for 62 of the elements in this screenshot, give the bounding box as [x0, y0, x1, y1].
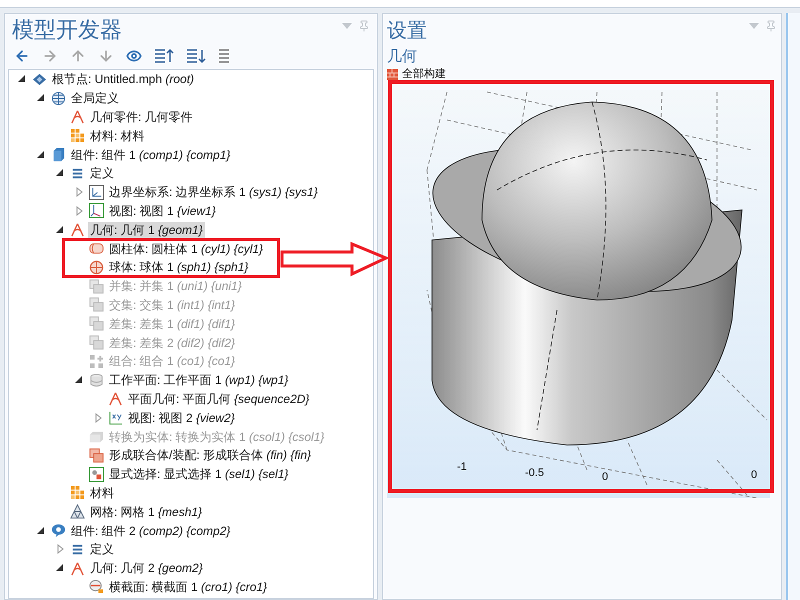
diamond-icon: [32, 72, 47, 87]
sort-list-icon[interactable]: [186, 48, 206, 64]
axes-icon: [89, 203, 104, 218]
section-title: 几何: [387, 48, 418, 66]
cube-icon: [51, 147, 66, 162]
tree-item[interactable]: 横截面: 横截面 1 (cro1) {cro1}: [107, 578, 270, 595]
combine-icon: [89, 354, 104, 369]
tree-item[interactable]: 工作平面: 工作平面 1 (wp1) {wp1}: [107, 372, 290, 388]
axes-icon: [89, 184, 104, 200]
selection-icon: [89, 466, 104, 482]
tree-item[interactable]: 边界坐标系: 边界坐标系 1 (sys1) {sys1}: [107, 184, 320, 200]
overlapping-squares-icon: [89, 335, 104, 350]
overlapping-squares-icon: [89, 278, 104, 294]
grid-icon: [70, 485, 85, 500]
mesh-icon: [70, 504, 85, 520]
panel-title: 设置: [387, 19, 427, 44]
compass-icon: [70, 560, 85, 576]
panel-title: 模型开发器: [12, 16, 122, 44]
tree-item[interactable]: 形成联合体/装配: 形成联合体 (fin) {fin}: [107, 447, 314, 464]
blob-icon: [51, 523, 66, 538]
sort-list-icon[interactable]: [154, 48, 174, 64]
eye-icon[interactable]: [126, 48, 142, 64]
tree-item[interactable]: 根节点: Untitled.mph (root): [50, 71, 196, 88]
overlapping-squares-icon: [89, 448, 104, 463]
tree-item[interactable]: 组件: 组件 2 (comp2) {comp2}: [69, 522, 232, 539]
brick-icon: [387, 68, 398, 80]
block-icon: [89, 429, 104, 444]
tick-label: 0: [602, 471, 608, 483]
tree-item[interactable]: 球体: 球体 1 (sph1) {sph1}: [107, 259, 250, 276]
overlapping-squares-icon: [89, 316, 104, 332]
build-all-button[interactable]: 全部构建: [387, 66, 446, 82]
tree-item[interactable]: 几何: 几何 1 {geom1}: [88, 222, 205, 238]
tree-item[interactable]: 材料: [88, 484, 116, 501]
tree-item[interactable]: 显式选择: 显式选择 1 (sel1) {sel1}: [107, 466, 290, 482]
compass-icon: [70, 109, 85, 124]
compass-icon: [108, 391, 123, 406]
tree-item[interactable]: 材料: 材料: [88, 128, 147, 144]
tree-item[interactable]: 全局定义: [69, 90, 121, 106]
tick-label: -0.5: [525, 467, 544, 479]
tick-label: -1: [457, 461, 467, 473]
arrow-icon[interactable]: [14, 48, 30, 64]
tree-item[interactable]: 组件: 组件 1 (comp1) {comp1}: [69, 146, 232, 163]
sphere-icon: [89, 260, 104, 275]
graphics-viewport[interactable]: -1 -0.5 0 0: [387, 90, 770, 498]
tree-item[interactable]: 视图: 视图 1 {view1}: [107, 202, 218, 219]
tree-item[interactable]: 网格: 网格 1 {mesh1}: [88, 504, 204, 520]
globe-icon: [51, 90, 66, 106]
tree-item[interactable]: 视图: 视图 2 {view2}: [126, 410, 237, 426]
grid-icon: [70, 128, 85, 144]
cross-section-icon: [89, 579, 104, 594]
cylinder-icon: [89, 241, 104, 256]
tree-item[interactable]: 几何零件: 几何零件: [88, 108, 195, 125]
tree-item[interactable]: 圆柱体: 圆柱体 1 (cyl1) {cyl1}: [107, 240, 266, 257]
tree-item[interactable]: 几何: 几何 2 {geom2}: [88, 560, 205, 576]
stacked-planes-icon: [89, 372, 104, 388]
tree-item[interactable]: 定义: [88, 165, 116, 182]
tree-item[interactable]: 平面几何: 平面几何 {sequence2D}: [126, 390, 312, 407]
tick-label: 0: [751, 469, 758, 481]
compass-icon: [70, 222, 85, 238]
tree-item[interactable]: 定义: [88, 541, 116, 558]
overlapping-squares-icon: [89, 297, 104, 312]
axes-icon: [108, 410, 123, 426]
